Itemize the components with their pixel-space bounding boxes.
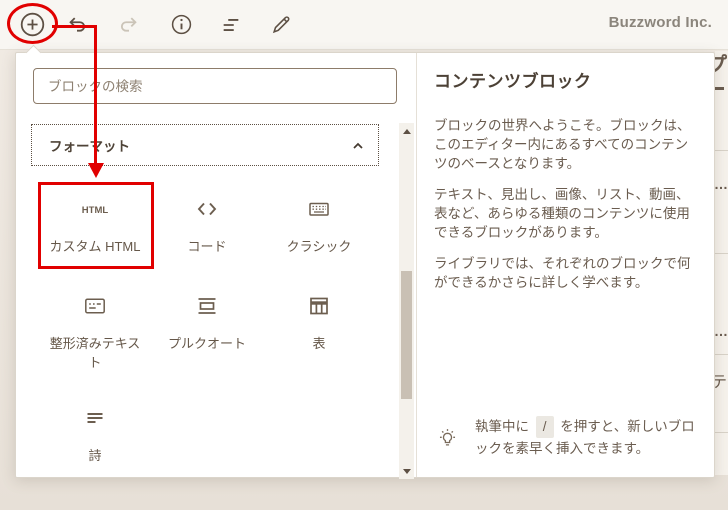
html-icon: HTML	[80, 197, 110, 221]
clipped-underline-fragment	[715, 87, 724, 90]
block-item-label: 表	[312, 336, 326, 351]
add-block-button[interactable]	[14, 7, 50, 43]
chevron-up-icon	[350, 138, 366, 159]
plus-circle-icon	[19, 11, 46, 38]
block-item-verse[interactable]: 詩	[39, 406, 151, 465]
preformatted-icon	[83, 294, 107, 318]
divider-fragment	[715, 150, 728, 151]
keyboard-icon	[307, 197, 331, 221]
block-item-label: カスタム HTML	[49, 239, 141, 254]
svg-text:HTML: HTML	[82, 205, 109, 216]
block-inserter-popover: フォーマット HTML カスタム HTML コード	[15, 44, 715, 479]
block-description-panel: コンテンツブロック ブロックの世界へようこそ。ブロックは、このエディター内にある…	[416, 53, 715, 477]
block-item-label: プルクオート	[167, 336, 246, 351]
panel-paragraph: ブロックの世界へようこそ。ブロックは、このエディター内にあるすべてのコンテンツの…	[434, 118, 691, 171]
pullquote-icon	[195, 294, 219, 318]
pencil-icon	[270, 14, 292, 36]
list-view-icon	[220, 14, 242, 36]
redo-button[interactable]	[111, 7, 147, 43]
block-item-preformatted[interactable]: 整形済みテキスト	[39, 294, 151, 406]
background-editor-strip: プ 。 … … テ	[715, 51, 728, 475]
ellipsis-menu-fragment: …	[715, 176, 728, 192]
format-section-label: フォーマット	[49, 139, 130, 154]
ellipsis-menu-fragment: …	[715, 323, 728, 339]
editor-top-toolbar: Buzzword Inc.	[0, 0, 728, 50]
editor-tip: 執筆中に / を押すと、新しいブロックを素早く挿入できます。	[434, 416, 696, 460]
block-item-label: クラシック	[286, 239, 352, 254]
format-section-header[interactable]: フォーマット	[31, 124, 379, 166]
block-item-label: 整形済みテキスト	[49, 336, 141, 370]
undo-icon	[66, 14, 88, 36]
edit-mode-button[interactable]	[263, 7, 299, 43]
scrollbar-up-arrow[interactable]	[399, 123, 414, 139]
clipped-text-fragment: テ	[715, 374, 728, 391]
list-view-button[interactable]	[213, 7, 249, 43]
lightbulb-icon	[437, 426, 458, 454]
panel-paragraph: テキスト、見出し、画像、リスト、動画、表など、あらゆる種類のコンテンツに使用でき…	[434, 187, 690, 240]
block-search-input[interactable]	[33, 68, 397, 104]
slash-key: /	[535, 416, 554, 438]
block-item-label: 詩	[88, 448, 102, 463]
block-item-custom-html[interactable]: HTML カスタム HTML	[39, 197, 151, 294]
panel-paragraph: ライブラリでは、それぞれのブロックで何ができるかさらに詳しく学べます。	[434, 256, 691, 290]
block-type-grid: HTML カスタム HTML コード クラシック 整形済みテキスト プルクオート…	[39, 197, 375, 465]
block-item-pullquote[interactable]: プルクオート	[151, 294, 263, 406]
undo-button[interactable]	[59, 7, 95, 43]
details-button[interactable]	[163, 7, 199, 43]
redo-icon	[118, 14, 140, 36]
code-icon	[195, 197, 219, 221]
tip-prefix: 執筆中に	[475, 419, 529, 434]
table-icon	[307, 294, 331, 318]
block-inserter-panel: フォーマット HTML カスタム HTML コード	[16, 53, 416, 479]
panel-title: コンテンツブロック	[434, 72, 592, 91]
scrollbar-thumb[interactable]	[401, 271, 412, 399]
block-item-label: コード	[187, 239, 227, 254]
inserter-scrollbar[interactable]	[399, 123, 414, 479]
site-brand: Buzzword Inc.	[608, 14, 712, 31]
info-icon	[170, 13, 193, 36]
divider-fragment	[715, 253, 728, 254]
block-item-table[interactable]: 表	[263, 294, 375, 406]
divider-fragment	[715, 432, 728, 433]
block-item-classic[interactable]: クラシック	[263, 197, 375, 294]
scrollbar-down-arrow[interactable]	[399, 463, 414, 479]
verse-icon	[83, 406, 107, 430]
clipped-text-fragment: プ	[715, 54, 727, 77]
tip-text: 執筆中に / を押すと、新しいブロックを素早く挿入できます。	[475, 416, 696, 460]
clipped-text-fragment: 。	[715, 99, 724, 119]
divider-fragment	[715, 354, 728, 355]
panel-body: ブロックの世界へようこそ。ブロックは、このエディター内にあるすべてのコンテンツの…	[434, 116, 692, 292]
block-item-code[interactable]: コード	[151, 197, 263, 294]
